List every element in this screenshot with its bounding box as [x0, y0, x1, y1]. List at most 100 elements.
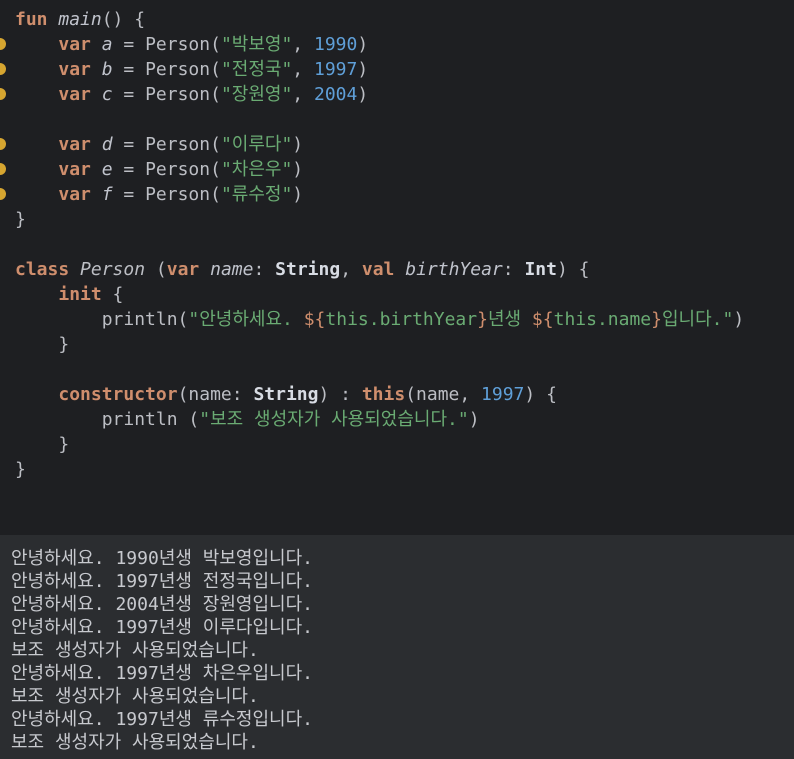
- warning-marker-icon[interactable]: [0, 163, 6, 175]
- run-console-output[interactable]: 안녕하세요. 1990년생 박보영입니다. 안녕하세요. 1997년생 전정국입니…: [0, 535, 794, 759]
- code-token: var: [166, 259, 200, 280]
- code-token: 년생: [487, 309, 532, 330]
- code-token: 1990: [313, 34, 358, 55]
- code-token: ,: [292, 59, 314, 80]
- console-output-line: 안녕하세요. 1997년생 이루다입니다.: [11, 617, 313, 638]
- code-line: var f = Person("류수정"): [0, 182, 794, 207]
- code-token: "보조 생성자가 사용되었습니다.": [199, 409, 469, 430]
- code-token: "박보영": [220, 34, 293, 55]
- code-token: var: [58, 184, 91, 205]
- code-token: {: [101, 284, 124, 305]
- code-token: ) :: [318, 384, 362, 405]
- code-text: println("안녕하세요. ${this.birthYear}년생 ${th…: [15, 307, 745, 332]
- code-text: var c = Person("장원영", 2004): [15, 82, 368, 107]
- code-token: b: [101, 59, 113, 80]
- code-token: d: [101, 134, 113, 155]
- code-token: init: [58, 284, 102, 305]
- code-token: var: [58, 34, 91, 55]
- code-token: e: [101, 159, 113, 180]
- code-token: = Person(: [112, 59, 221, 80]
- code-text: init {: [15, 282, 123, 307]
- code-text: var a = Person("박보영", 1990): [15, 32, 368, 57]
- code-token: () {: [101, 9, 146, 30]
- code-token: }: [651, 309, 662, 330]
- code-token: fun: [15, 9, 48, 30]
- code-token: var: [58, 134, 91, 155]
- code-token: this.birthYear: [325, 309, 478, 330]
- code-token: = Person(: [112, 159, 221, 180]
- code-token: :: [502, 259, 525, 280]
- code-token: (: [145, 259, 167, 280]
- code-token: Person: [80, 259, 146, 280]
- code-line: }: [0, 332, 794, 357]
- code-text: var b = Person("전정국", 1997): [15, 57, 368, 82]
- code-line: var d = Person("이루다"): [0, 132, 794, 157]
- code-token: c: [101, 84, 113, 105]
- code-token: ): [292, 159, 304, 180]
- code-token: this.name: [553, 309, 652, 330]
- code-text: }: [15, 457, 26, 482]
- warning-marker-icon[interactable]: [0, 138, 6, 150]
- code-line: }: [0, 207, 794, 232]
- code-line: }: [0, 457, 794, 482]
- code-token: }: [15, 459, 26, 480]
- code-token: = Person(: [112, 184, 221, 205]
- code-token: 1997: [313, 59, 358, 80]
- code-token: f: [101, 184, 113, 205]
- code-text: var e = Person("차은우"): [15, 157, 303, 182]
- code-token: a: [101, 34, 113, 55]
- code-token: }: [15, 209, 26, 230]
- code-token: ): [468, 409, 480, 430]
- code-token: var: [58, 59, 91, 80]
- code-token: "장원영": [220, 84, 293, 105]
- console-output-line: 안녕하세요. 1997년생 류수정입니다.: [11, 709, 313, 730]
- console-output-line: 안녕하세요. 1997년생 차은우입니다.: [11, 663, 313, 684]
- code-line: constructor(name: String) : this(name, 1…: [0, 382, 794, 407]
- code-token: ): [357, 34, 369, 55]
- code-token: ): [292, 134, 304, 155]
- code-token: ,: [340, 259, 362, 280]
- code-token: "전정국": [220, 59, 293, 80]
- code-token: ,: [292, 84, 314, 105]
- code-text: class Person (var name: String, val birt…: [15, 257, 590, 282]
- code-token: var: [58, 84, 91, 105]
- code-text: var d = Person("이루다"): [15, 132, 303, 157]
- warning-marker-icon[interactable]: [0, 63, 6, 75]
- console-output-line: 보조 생성자가 사용되었습니다.: [11, 732, 259, 753]
- code-token: :: [253, 259, 276, 280]
- console-output-line: 보조 생성자가 사용되었습니다.: [11, 686, 259, 707]
- warning-marker-icon[interactable]: [0, 188, 6, 200]
- code-line: class Person (var name: String, val birt…: [0, 257, 794, 282]
- code-line: println("안녕하세요. ${this.birthYear}년생 ${th…: [0, 307, 794, 332]
- code-token: (name,: [405, 384, 482, 405]
- code-token: ): [357, 84, 369, 105]
- warning-marker-icon[interactable]: [0, 88, 6, 100]
- code-token: this: [361, 384, 406, 405]
- code-token: println(: [15, 309, 189, 330]
- code-line: var c = Person("장원영", 2004): [0, 82, 794, 107]
- code-editor[interactable]: fun main() { var a = Person("박보영", 1990)…: [0, 0, 794, 535]
- code-token: main: [58, 9, 102, 30]
- warning-marker-icon[interactable]: [0, 38, 6, 50]
- code-token: Int: [524, 259, 557, 280]
- console-output-line: 보조 생성자가 사용되었습니다.: [11, 640, 259, 661]
- code-token: 2004: [313, 84, 358, 105]
- code-token: = Person(: [112, 134, 221, 155]
- code-token: String: [253, 384, 319, 405]
- code-line: var b = Person("전정국", 1997): [0, 57, 794, 82]
- code-text: }: [15, 432, 69, 457]
- code-token: name: [210, 259, 254, 280]
- code-token: 입니다.": [662, 309, 734, 330]
- code-token: ): [733, 309, 745, 330]
